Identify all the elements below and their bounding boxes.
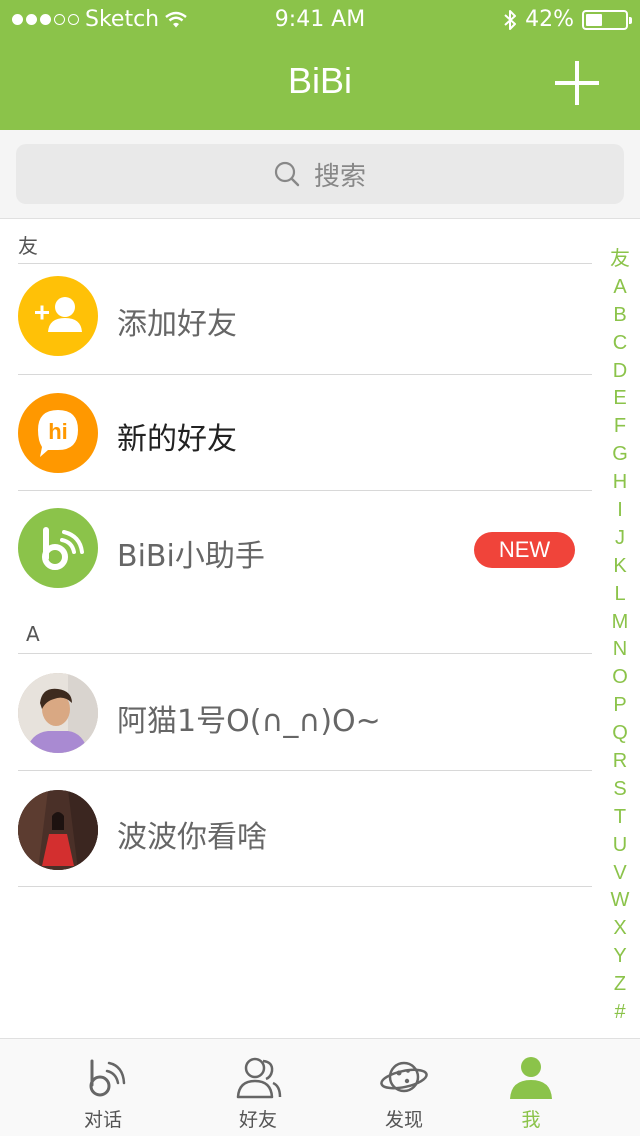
status-right: 42% [503, 7, 632, 32]
list-item-label: 新的好友 [117, 422, 237, 457]
search-area: 搜索 [0, 130, 640, 219]
list-item-label: 波波你看啥 [117, 820, 267, 855]
index-letter[interactable]: E [613, 385, 626, 413]
index-letter[interactable]: M [612, 609, 629, 637]
search-placeholder: 搜索 [313, 161, 366, 192]
svg-text:hi: hi [48, 419, 68, 444]
index-letter[interactable]: U [613, 832, 627, 860]
index-letter[interactable]: V [613, 860, 626, 888]
index-letter[interactable]: G [612, 441, 628, 469]
tab-label: 对话 [83, 1109, 122, 1131]
section-header-friends: 友 [18, 234, 38, 258]
list-item-label: BiBi小助手 [117, 539, 265, 574]
index-letter[interactable]: Q [612, 720, 628, 748]
add-friend-icon [18, 276, 98, 356]
divider [18, 374, 592, 375]
navigation-bar: Sketch 9:41 AM 42% BiBi [0, 0, 640, 130]
divider [18, 886, 592, 887]
index-letter[interactable]: K [613, 553, 626, 581]
search-input[interactable]: 搜索 [16, 144, 624, 204]
index-letter[interactable]: O [612, 664, 628, 692]
profile-icon [510, 1057, 552, 1099]
index-letter[interactable]: W [611, 887, 630, 915]
bibi-logo-icon [18, 508, 98, 588]
index-letter[interactable]: H [613, 469, 627, 497]
list-item-label: 阿猫1号O(∩_∩)O~ [117, 704, 381, 739]
index-letter[interactable]: I [617, 497, 623, 525]
list-item-contact[interactable]: 波波你看啥 [0, 776, 600, 886]
list-item-add-friend[interactable]: 添加好友 [0, 263, 600, 373]
index-letter[interactable]: L [614, 581, 625, 609]
index-letter[interactable]: B [613, 302, 626, 330]
tab-label: 我 [521, 1109, 541, 1131]
battery-level [586, 13, 602, 26]
tab-label: 好友 [238, 1109, 277, 1131]
index-letter[interactable]: # [614, 999, 625, 1027]
hi-chat-icon: hi [18, 393, 98, 473]
alphabet-index-bar[interactable]: 友 A B C D E F G H I J K L M N O P Q R S T U V W X Y Z # [604, 246, 636, 1027]
new-badge: NEW [474, 532, 575, 568]
plus-icon [555, 61, 599, 105]
chat-bibi-icon [89, 1059, 126, 1097]
index-letter[interactable]: D [613, 358, 627, 386]
contact-avatar [18, 673, 98, 753]
battery-icon [582, 9, 632, 30]
list-item-new-friends[interactable]: hi 新的好友 [0, 378, 600, 488]
bluetooth-icon [504, 9, 517, 30]
index-letter[interactable]: R [613, 748, 627, 776]
divider [18, 653, 592, 654]
status-bar: Sketch 9:41 AM 42% [0, 0, 640, 40]
page-title: BiBi [287, 60, 353, 101]
index-letter[interactable]: T [614, 804, 626, 832]
index-letter[interactable]: J [615, 525, 625, 553]
index-letter[interactable]: F [614, 413, 626, 441]
divider [18, 490, 592, 491]
planet-icon [380, 1061, 428, 1093]
list-item-bibi-assistant[interactable]: BiBi小助手 NEW [0, 495, 600, 605]
index-letter[interactable]: Y [613, 943, 626, 971]
list-item-label: 添加好友 [117, 307, 237, 342]
index-letter[interactable]: P [613, 692, 626, 720]
divider [18, 770, 592, 771]
index-letter[interactable]: N [613, 636, 627, 664]
contact-avatar [18, 790, 98, 870]
section-header-a: A [26, 622, 40, 646]
index-letter[interactable]: A [613, 274, 626, 302]
tab-me[interactable]: 我 [451, 1039, 611, 1136]
index-letter[interactable]: C [613, 330, 627, 358]
index-letter[interactable]: X [613, 915, 626, 943]
index-letter[interactable]: S [613, 776, 626, 804]
tab-friends[interactable]: 好友 [178, 1039, 338, 1136]
friends-icon [236, 1057, 282, 1099]
battery-percent: 42% [525, 7, 574, 32]
add-button[interactable] [552, 58, 602, 108]
search-icon [274, 161, 300, 187]
list-item-contact[interactable]: 阿猫1号O(∩_∩)O~ [0, 660, 600, 770]
index-letter[interactable]: Z [614, 971, 626, 999]
index-letter[interactable]: 友 [610, 246, 630, 274]
tab-bar: 对话 好友 发现 我 [0, 1038, 640, 1136]
tab-chat[interactable]: 对话 [23, 1039, 183, 1136]
